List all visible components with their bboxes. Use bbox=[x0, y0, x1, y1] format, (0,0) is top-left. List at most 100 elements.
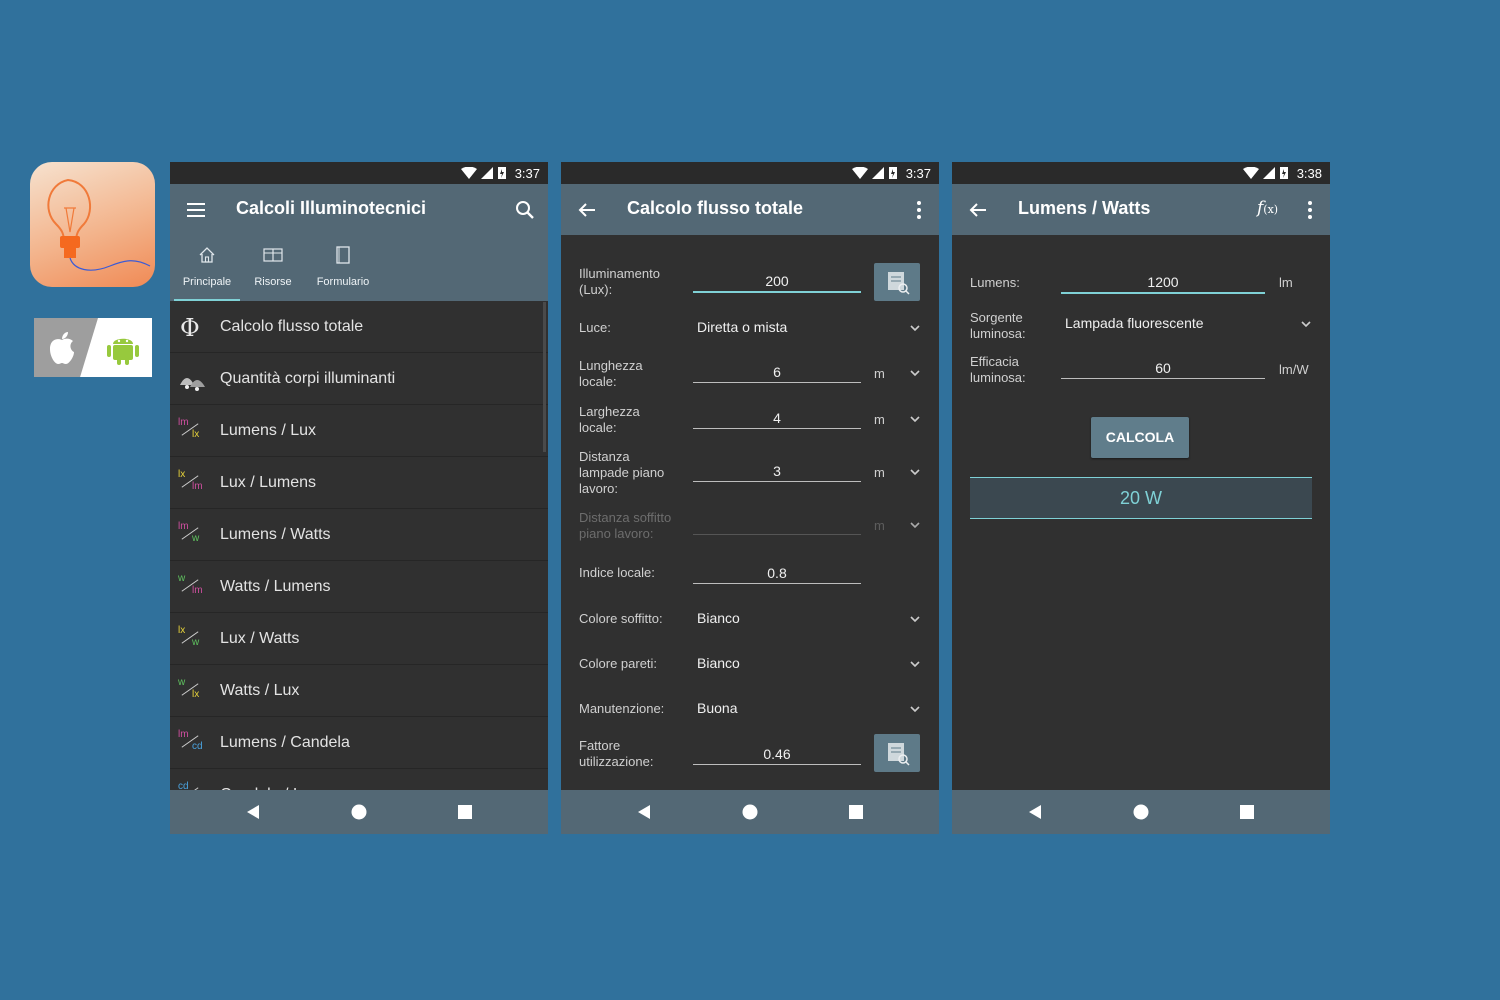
distanza-lampade-input[interactable]: 3 bbox=[693, 461, 861, 482]
more-vert-icon[interactable] bbox=[907, 198, 931, 222]
lunghezza-input[interactable]: 6 bbox=[693, 362, 861, 383]
lookup-button[interactable] bbox=[874, 734, 920, 772]
chevron-down-icon[interactable] bbox=[909, 615, 921, 623]
colore-pareti-select[interactable]: Bianco bbox=[697, 655, 740, 671]
unit-label: m bbox=[874, 518, 885, 533]
tab-formulario[interactable]: Formulario bbox=[306, 235, 380, 301]
back-nav-icon[interactable] bbox=[636, 804, 652, 820]
apple-icon bbox=[50, 332, 74, 364]
lm-cd-icon: lm cd bbox=[178, 728, 203, 752]
chevron-down-icon[interactable] bbox=[909, 369, 921, 377]
luce-select[interactable]: Diretta o mista bbox=[697, 319, 787, 335]
field-label: Sorgente luminosa: bbox=[970, 310, 1026, 341]
unit-label: m bbox=[874, 366, 885, 381]
field-label: Distanza soffitto piano lavoro: bbox=[579, 510, 672, 541]
home-nav-icon[interactable] bbox=[351, 804, 367, 820]
back-arrow-icon[interactable] bbox=[575, 198, 599, 222]
chevron-down-icon[interactable] bbox=[909, 415, 921, 423]
calcola-button[interactable]: CALCOLA bbox=[1091, 417, 1189, 458]
chevron-down-icon[interactable] bbox=[909, 468, 921, 476]
field-label: Colore pareti: bbox=[579, 656, 658, 671]
tab-bar: Principale Risorse Formulario bbox=[170, 235, 548, 301]
battery-icon bbox=[888, 167, 897, 179]
phone-calcolo-flusso: 3:37 Calcolo flusso totale Illuminamento… bbox=[561, 162, 939, 834]
chevron-down-icon[interactable] bbox=[909, 705, 921, 713]
wifi-icon bbox=[851, 167, 868, 179]
list-item-quantita-corpi[interactable]: Quantità corpi illuminanti bbox=[170, 353, 548, 405]
platform-badges bbox=[34, 318, 152, 377]
list-item-label: Lumens / Lux bbox=[220, 421, 317, 439]
lm-w-icon: lm w bbox=[178, 520, 200, 544]
battery-icon bbox=[1279, 167, 1288, 179]
list-item-label: Lumens / Candela bbox=[220, 733, 350, 751]
illuminamento-input[interactable]: 200 bbox=[693, 271, 861, 293]
chevron-down-icon bbox=[910, 522, 920, 529]
search-icon[interactable] bbox=[513, 198, 537, 222]
back-nav-icon[interactable] bbox=[245, 804, 261, 820]
manutenzione-select[interactable]: Buona bbox=[697, 700, 737, 716]
formula-icon[interactable]: f(x) bbox=[1257, 198, 1278, 218]
list-item-label: Watts / Lux bbox=[220, 681, 300, 699]
list-item-lumens-watts[interactable]: lm w Lumens / Watts bbox=[170, 509, 548, 561]
page-title: Lumens / Watts bbox=[1018, 198, 1151, 218]
unit-label: m bbox=[874, 465, 885, 480]
lightbulb-icon bbox=[47, 178, 151, 271]
list-item-lux-lumens[interactable]: lx lm Lux / Lumens bbox=[170, 457, 548, 509]
chevron-down-icon[interactable] bbox=[1300, 320, 1312, 328]
battery-icon bbox=[497, 167, 506, 179]
page-title: Calcoli Illuminotecnici bbox=[236, 198, 427, 218]
home-nav-icon[interactable] bbox=[742, 804, 758, 820]
list-item-calcolo-flusso-totale[interactable]: Φ Calcolo flusso totale bbox=[170, 301, 548, 353]
phone-lumens-watts: 3:38 Lumens / Watts f(x) Lumens: 1200 lm… bbox=[952, 162, 1330, 834]
tab-risorse[interactable]: Risorse bbox=[240, 235, 306, 301]
page-title: Calcolo flusso totale bbox=[627, 198, 804, 218]
list-item-watts-lumens[interactable]: w lm Watts / Lumens bbox=[170, 561, 548, 613]
efficacia-input[interactable]: 60 bbox=[1061, 358, 1265, 379]
app-bar: Lumens / Watts f(x) bbox=[952, 184, 1330, 235]
status-bar: 3:38 bbox=[952, 162, 1330, 184]
phone-main-menu: 3:37 Calcoli Illuminotecnici Principale … bbox=[170, 162, 548, 834]
back-arrow-icon[interactable] bbox=[966, 198, 990, 222]
calculator-list: Φ Calcolo flusso totale Quantità corpi i… bbox=[170, 301, 548, 821]
nav-bar bbox=[952, 790, 1330, 834]
field-label: Colore soffitto: bbox=[579, 611, 663, 626]
lookup-button[interactable] bbox=[874, 263, 920, 301]
field-label: Lumens: bbox=[970, 275, 1020, 290]
back-nav-icon[interactable] bbox=[1027, 804, 1043, 820]
list-item-watts-lux[interactable]: w lx Watts / Lux bbox=[170, 665, 548, 717]
status-time: 3:37 bbox=[514, 165, 540, 181]
home-nav-icon[interactable] bbox=[1133, 804, 1149, 820]
scrollbar[interactable] bbox=[543, 302, 546, 452]
sorgente-select[interactable]: Lampada fluorescente bbox=[1065, 315, 1204, 331]
app-bar: Calcolo flusso totale bbox=[561, 184, 939, 235]
nav-bar bbox=[561, 790, 939, 834]
recents-nav-icon[interactable] bbox=[1239, 804, 1255, 820]
list-item-lumens-lux[interactable]: lm lx Lumens / Lux bbox=[170, 405, 548, 457]
tab-label: Formulario bbox=[316, 276, 370, 288]
tab-principale[interactable]: Principale bbox=[174, 235, 240, 301]
unit-label: m bbox=[874, 412, 885, 427]
wifi-icon bbox=[1242, 167, 1259, 179]
more-vert-icon[interactable] bbox=[1298, 198, 1322, 222]
indice-input[interactable]: 0.8 bbox=[693, 563, 861, 584]
recents-nav-icon[interactable] bbox=[457, 804, 473, 820]
list-item-label: Lux / Lumens bbox=[220, 473, 317, 491]
fattore-input[interactable]: 0.46 bbox=[693, 744, 861, 765]
lm-lx-icon: lm lx bbox=[178, 416, 200, 440]
list-item-lux-watts[interactable]: lx w Lux / Watts bbox=[170, 613, 548, 665]
tab-label: Risorse bbox=[254, 276, 292, 288]
status-time: 3:37 bbox=[905, 165, 931, 181]
recents-nav-icon[interactable] bbox=[848, 804, 864, 820]
unit-label: lm bbox=[1279, 275, 1293, 290]
list-item-lumens-candela[interactable]: lm cd Lumens / Candela bbox=[170, 717, 548, 769]
lumens-input[interactable]: 1200 bbox=[1061, 272, 1265, 294]
larghezza-input[interactable]: 4 bbox=[693, 408, 861, 429]
menu-icon[interactable] bbox=[184, 198, 208, 222]
w-lm-icon: w lm bbox=[178, 572, 203, 596]
colore-soffitto-select[interactable]: Bianco bbox=[697, 610, 740, 626]
chevron-down-icon[interactable] bbox=[909, 324, 921, 332]
chevron-down-icon[interactable] bbox=[909, 660, 921, 668]
list-item-label: Lumens / Watts bbox=[220, 525, 331, 543]
field-label: Larghezza locale: bbox=[579, 404, 640, 435]
field-label: Manutenzione: bbox=[579, 701, 665, 716]
